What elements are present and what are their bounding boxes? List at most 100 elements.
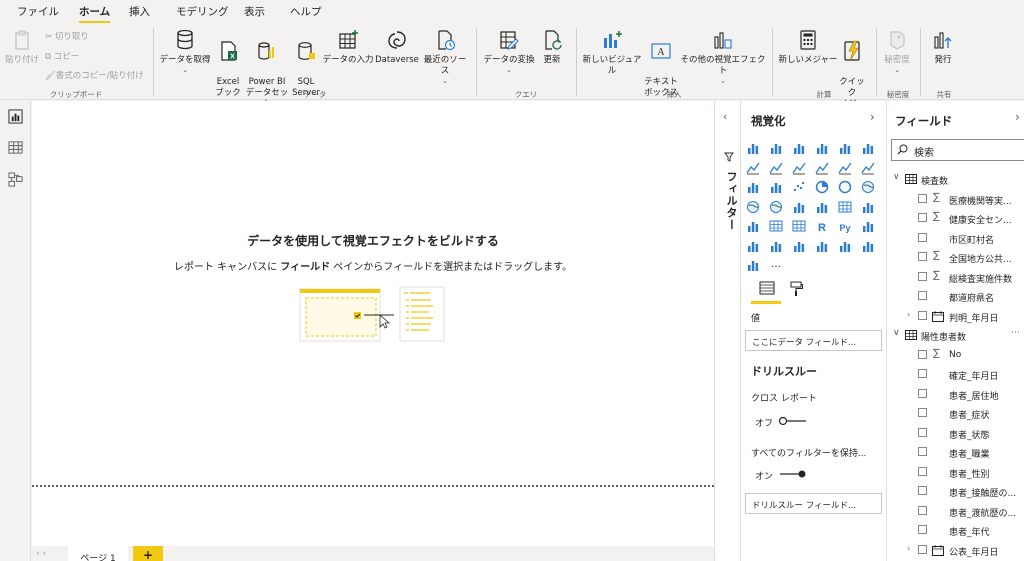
- power-apps-icon[interactable]: [838, 239, 852, 253]
- stacked-bar-icon[interactable]: [746, 141, 760, 155]
- field-checkbox[interactable]: [918, 369, 927, 378]
- field-checkbox[interactable]: [918, 466, 927, 476]
- ribbon-chart-icon[interactable]: [861, 161, 875, 175]
- page-tab-1[interactable]: ページ 1: [68, 546, 128, 561]
- field-item[interactable]: 確定_年月日: [887, 365, 1024, 384]
- treemap-icon[interactable]: [861, 180, 875, 194]
- clustered-bar-icon[interactable]: [792, 141, 806, 155]
- field-item[interactable]: 患者_居住地: [887, 385, 1024, 404]
- drillthrough-drop-well[interactable]: ドリルスルー フィールド...: [745, 493, 882, 514]
- paste-button[interactable]: 貼り付け: [4, 28, 40, 66]
- slicer-icon[interactable]: [746, 219, 760, 233]
- dataverse-button[interactable]: Dataverse: [375, 28, 419, 66]
- stacked-column-icon[interactable]: [769, 141, 783, 155]
- tab-modeling[interactable]: モデリング: [176, 4, 229, 19]
- field-checkbox[interactable]: [918, 310, 927, 320]
- values-drop-well[interactable]: ここにデータ フィールド...: [745, 330, 882, 351]
- report-view-icon[interactable]: [8, 109, 23, 124]
- more-options-icon[interactable]: ⋯: [1011, 328, 1020, 338]
- donut-icon[interactable]: [838, 180, 852, 194]
- field-item[interactable]: ∑ No: [887, 346, 1024, 365]
- line-clustered-column-icon[interactable]: [838, 161, 852, 175]
- field-item[interactable]: 患者_症状: [887, 404, 1024, 423]
- cross-report-toggle[interactable]: オフ: [755, 416, 806, 429]
- page-nav-arrows-icon[interactable]: ‹ ›: [36, 549, 46, 559]
- field-checkbox[interactable]: [918, 388, 927, 398]
- copy-button[interactable]: ⧉ コピー: [45, 50, 79, 62]
- tab-file[interactable]: ファイル: [17, 4, 59, 19]
- waterfall-icon[interactable]: [746, 180, 760, 194]
- map-icon[interactable]: [746, 200, 760, 214]
- new-visual-button[interactable]: 新しいビジュアル: [581, 28, 643, 77]
- keep-filters-toggle[interactable]: オン: [755, 469, 806, 482]
- date-hierarchy-item[interactable]: › 判明_年月日: [887, 307, 1024, 326]
- filters-pane-collapsed[interactable]: ‹ フィルター: [714, 101, 741, 561]
- format-painter-button[interactable]: 🖌書式のコピー/貼り付け: [45, 69, 144, 81]
- report-canvas[interactable]: データを使用して視覚エフェクトをビルドする レポート キャンバスに フィールド …: [32, 101, 714, 546]
- tab-view[interactable]: 表示: [244, 4, 265, 19]
- get-more-visuals-icon[interactable]: [746, 258, 760, 272]
- transform-data-button[interactable]: データの変換 ⌄: [481, 28, 537, 74]
- get-data-button[interactable]: データを取得 ⌄: [158, 28, 212, 74]
- paginated-report-icon[interactable]: [815, 239, 829, 253]
- field-item[interactable]: ∑ 総検査実施件数: [887, 268, 1024, 287]
- field-checkbox[interactable]: [918, 486, 927, 495]
- stacked-area-icon[interactable]: [792, 161, 806, 175]
- add-page-button[interactable]: +: [133, 546, 163, 561]
- model-view-icon[interactable]: [8, 172, 23, 187]
- field-item[interactable]: 患者_年代: [887, 521, 1024, 540]
- table-icon[interactable]: [769, 219, 783, 233]
- data-view-icon[interactable]: [8, 140, 23, 155]
- chevron-right-icon[interactable]: ›: [1015, 110, 1020, 124]
- line-chart-icon[interactable]: [746, 161, 760, 175]
- decomposition-tree-icon[interactable]: [746, 239, 760, 253]
- more-visuals-button[interactable]: その他の視覚エフェクト ⌄: [679, 28, 767, 85]
- field-checkbox[interactable]: [918, 544, 927, 554]
- field-item[interactable]: 患者_職業: [887, 443, 1024, 462]
- field-checkbox[interactable]: [918, 525, 927, 534]
- field-checkbox[interactable]: [918, 447, 927, 456]
- table-node[interactable]: ∨ 検査数: [887, 170, 1024, 189]
- sensitivity-button[interactable]: 秘密度 ⌄: [880, 28, 914, 74]
- chevron-right-icon[interactable]: ›: [907, 544, 910, 553]
- fields-tab-icon[interactable]: [759, 281, 775, 295]
- field-item[interactable]: 患者_状態: [887, 424, 1024, 443]
- field-item[interactable]: 患者_渡航歴の...: [887, 502, 1024, 521]
- cut-button[interactable]: ✂ 切り取り: [45, 30, 89, 42]
- chevron-down-icon[interactable]: ∨: [893, 328, 900, 338]
- field-item[interactable]: ∑ 全国地方公共...: [887, 248, 1024, 267]
- tab-insert[interactable]: 挿入: [129, 4, 150, 19]
- field-checkbox[interactable]: [918, 271, 927, 281]
- python-visual-icon[interactable]: Py: [838, 219, 852, 233]
- tab-help[interactable]: ヘルプ: [290, 4, 322, 19]
- field-checkbox[interactable]: [918, 427, 927, 437]
- line-column-icon[interactable]: [815, 161, 829, 175]
- enter-data-button[interactable]: データの入力: [322, 28, 374, 66]
- qa-icon[interactable]: [769, 239, 783, 253]
- 100-bar-icon[interactable]: [838, 141, 852, 155]
- kpi-icon[interactable]: [861, 200, 875, 214]
- chevron-left-icon[interactable]: ‹: [723, 110, 727, 123]
- field-item[interactable]: ∑ 健康安全セン...: [887, 209, 1024, 228]
- field-checkbox[interactable]: [918, 291, 927, 300]
- field-checkbox[interactable]: [918, 213, 927, 222]
- new-measure-button[interactable]: 新しいメジャー: [778, 28, 838, 66]
- power-automate-icon[interactable]: [861, 239, 875, 253]
- r-visual-icon[interactable]: R: [815, 219, 829, 233]
- field-checkbox[interactable]: [918, 408, 927, 417]
- gauge-icon[interactable]: [792, 200, 806, 214]
- 100-column-icon[interactable]: [861, 141, 875, 155]
- publish-button[interactable]: 発行: [928, 28, 958, 66]
- scatter-icon[interactable]: [792, 180, 806, 194]
- smart-narrative-icon[interactable]: [792, 239, 806, 253]
- area-chart-icon[interactable]: [769, 161, 783, 175]
- fields-search-input[interactable]: 検索: [891, 139, 1024, 161]
- field-item[interactable]: 都道府県名: [887, 287, 1024, 306]
- tab-home[interactable]: ホーム: [79, 4, 111, 23]
- field-checkbox[interactable]: [918, 232, 927, 242]
- field-checkbox[interactable]: [918, 252, 927, 261]
- funnel-icon[interactable]: [769, 180, 783, 194]
- field-checkbox[interactable]: [918, 349, 927, 359]
- matrix-icon[interactable]: [792, 219, 806, 233]
- refresh-button[interactable]: 更新: [538, 28, 566, 66]
